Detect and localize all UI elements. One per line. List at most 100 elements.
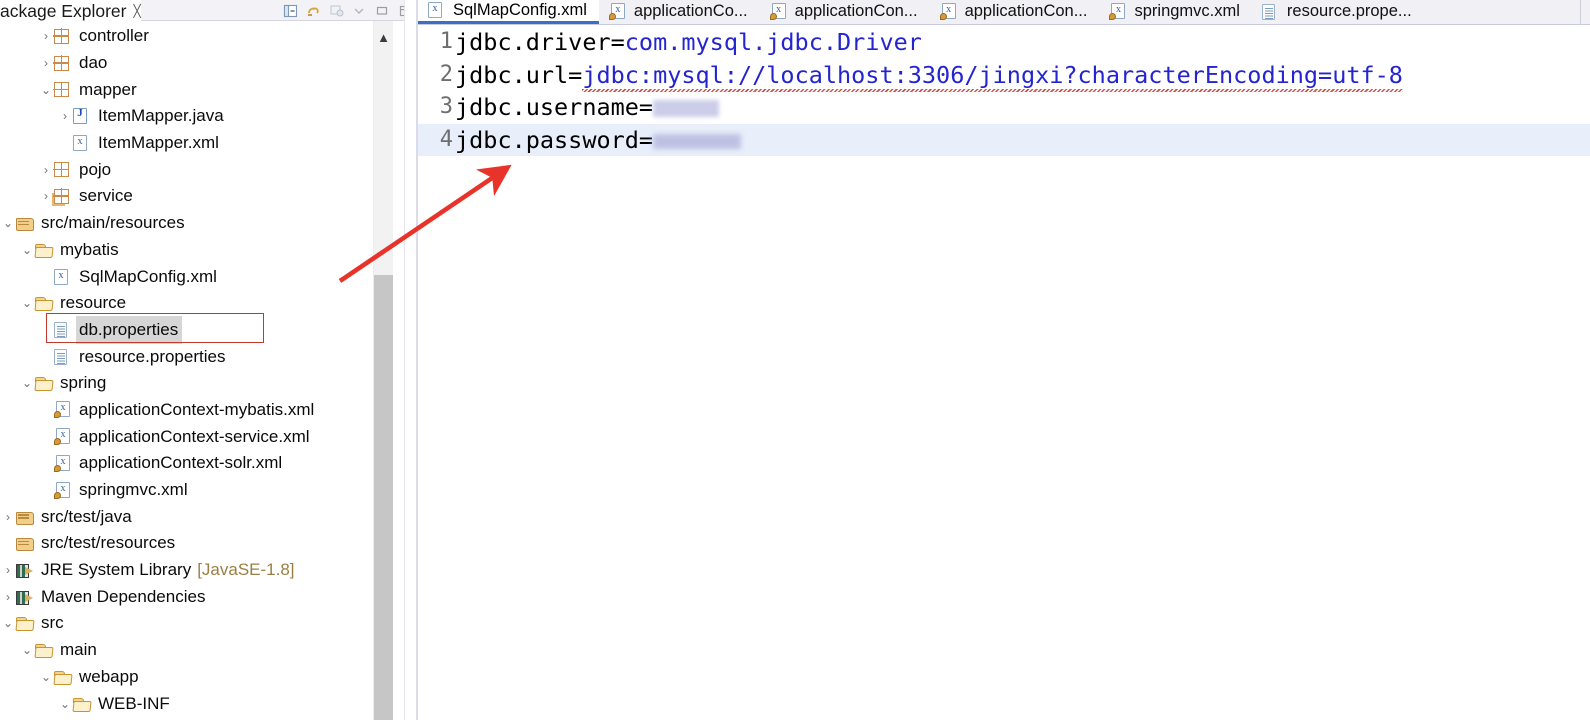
tree-scrollbar-thumb[interactable] — [374, 275, 393, 720]
editor-tab-springmvc-xml[interactable]: springmvc.xml — [1099, 0, 1252, 24]
chevron-right-icon[interactable]: › — [38, 183, 54, 209]
chevron-right-icon[interactable]: › — [57, 103, 73, 129]
chevron-down-icon[interactable]: ⌄ — [19, 237, 35, 263]
project-tree[interactable]: › controller › dao ⌄ mapper › ItemMapper.java I… — [0, 21, 392, 720]
tree-item-src-test-java[interactable]: › src/test/java — [0, 503, 392, 530]
chevron-right-icon[interactable]: › — [38, 157, 54, 183]
tree-item-label: spring — [60, 373, 107, 393]
chevron-right-icon[interactable]: › — [38, 23, 54, 49]
tree-item-jre-system-library[interactable]: › JRE System Library [JavaSE-1.8] — [0, 557, 392, 584]
redacted-value — [653, 133, 742, 149]
chevron-down-icon[interactable]: ⌄ — [19, 637, 35, 663]
code-line[interactable]: 2 jdbc.url=jdbc:mysql://localhost:3306/ji… — [418, 59, 1590, 92]
close-icon[interactable]: ╳ — [133, 1, 140, 21]
minimize-icon[interactable] — [375, 4, 391, 18]
source-folder-icon — [16, 533, 38, 553]
chevron-right-icon[interactable]: › — [0, 504, 16, 530]
tree-item-webapp[interactable]: ⌄ webapp — [0, 664, 392, 691]
xml-warning-icon — [769, 3, 788, 20]
source-folder-icon — [16, 507, 38, 527]
chevron-down-icon[interactable] — [352, 4, 368, 18]
tree-item-applicationcontext-solr-xml[interactable]: applicationContext-solr.xml — [0, 450, 392, 477]
chevron-down-icon[interactable]: ⌄ — [38, 77, 54, 103]
tree-scrollbar-track[interactable] — [374, 21, 393, 275]
tree-item-applicationcontext-mybatis-xml[interactable]: applicationContext-mybatis.xml — [0, 397, 392, 424]
editor-tab-applicationcon-[interactable]: applicationCon... — [759, 0, 930, 24]
tree-item-suffix: [JavaSE-1.8] — [197, 560, 295, 580]
tree-item-sqlmapconfig-xml[interactable]: SqlMapConfig.xml — [0, 263, 392, 290]
tree-item-itemmapper-java[interactable]: › ItemMapper.java — [0, 103, 392, 130]
code-property-value: jdbc:mysql://localhost:3306/jingxi?chara… — [582, 60, 1403, 92]
tree-item-src-main-resources[interactable]: ⌄ src/main/resources — [0, 210, 392, 237]
package-icon — [53, 160, 76, 180]
chevron-down-icon[interactable]: ⌄ — [38, 664, 54, 690]
code-line-text: jdbc.password= — [455, 124, 742, 156]
tree-item-src-test-resources[interactable]: src/test/resources — [0, 530, 392, 557]
link-with-editor-icon[interactable] — [306, 4, 322, 18]
code-line[interactable]: 1 jdbc.driver=com.mysql.jdbc.Driver — [418, 26, 1590, 59]
chevron-down-icon[interactable]: ⌄ — [0, 610, 16, 636]
tree-item-springmvc-xml[interactable]: springmvc.xml — [0, 477, 392, 504]
xml-warning-icon — [1109, 3, 1127, 20]
chevron-right-icon[interactable]: › — [0, 557, 16, 583]
tree-item-mapper[interactable]: ⌄ mapper — [0, 76, 392, 103]
package-icon — [53, 26, 76, 46]
tree-item-mybatis[interactable]: ⌄ mybatis — [0, 237, 392, 264]
editor-tab-resource-prope-[interactable]: resource.prope... — [1251, 0, 1424, 24]
folder-icon — [35, 240, 57, 260]
library-icon — [16, 587, 38, 607]
chevron-down-icon[interactable]: ⌄ — [19, 290, 35, 316]
tree-item-label: WEB-INF — [98, 693, 170, 713]
package-icon — [53, 53, 76, 73]
tree-item-db-properties[interactable]: db.properties — [0, 315, 392, 344]
tree-item-applicationcontext-service-xml[interactable]: applicationContext-service.xml — [0, 423, 392, 450]
editor-tab-sqlmapconfig-xml[interactable]: SqlMapConfig.xml — [418, 0, 599, 24]
editor-tab-applicationcon-[interactable]: applicationCon... — [929, 0, 1100, 24]
tree-item-controller[interactable]: › controller — [0, 23, 392, 50]
tree-item-resource[interactable]: ⌄ resource — [0, 290, 392, 317]
tree-item-resource-properties[interactable]: resource.properties — [0, 343, 392, 370]
chevron-down-icon[interactable]: ⌄ — [0, 210, 16, 236]
tree-item-src[interactable]: ⌄ src — [0, 610, 392, 637]
tree-item-label: main — [60, 640, 97, 660]
code-line[interactable]: 4 jdbc.password= — [418, 123, 1590, 156]
editor-tab-label: SqlMapConfig.xml — [453, 0, 587, 19]
editor-tab-applicationco-[interactable]: applicationCo... — [598, 0, 760, 24]
tree-item-spring[interactable]: ⌄ spring — [0, 370, 392, 397]
editor-tab-label: applicationCon... — [964, 2, 1088, 20]
tree-item-main[interactable]: ⌄ main — [0, 637, 392, 664]
tree-item-dao[interactable]: › dao — [0, 50, 392, 77]
tree-item-itemmapper-xml[interactable]: ItemMapper.xml — [0, 130, 392, 157]
properties-file-icon — [1261, 3, 1280, 20]
code-property-key: jdbc.password= — [455, 125, 654, 154]
xml-file-icon — [73, 133, 95, 153]
chevron-down-icon[interactable]: ⌄ — [19, 370, 35, 396]
tree-scrollbar[interactable]: ▲ — [373, 21, 393, 720]
chevron-right-icon[interactable]: › — [38, 50, 54, 76]
collapse-all-icon[interactable] — [283, 4, 299, 18]
tree-item-label: pojo — [79, 159, 112, 179]
code-editor[interactable]: 1 jdbc.driver=com.mysql.jdbc.Driver 2 jdbc.… — [418, 26, 1590, 720]
folder-icon — [35, 373, 57, 393]
panel-divider[interactable] — [404, 0, 418, 720]
chevron-right-icon[interactable]: › — [0, 584, 16, 610]
code-property-value: com.mysql.jdbc.Driver — [624, 28, 922, 57]
tree-item-maven-dependencies[interactable]: › Maven Dependencies — [0, 583, 392, 610]
code-property-key: jdbc.username= — [455, 93, 654, 122]
tree-item-label: applicationContext-service.xml — [79, 426, 310, 446]
xml-warning-icon — [54, 480, 76, 500]
tree-item-label: src — [41, 613, 64, 633]
tree-item-pojo[interactable]: › pojo — [0, 156, 392, 183]
view-menu-icon[interactable] — [329, 4, 345, 18]
package-explorer-tab[interactable]: ackage Explorer ╳ — [0, 0, 141, 21]
chevron-up-icon[interactable]: ▲ — [374, 29, 393, 45]
editor-tab-overflow[interactable] — [1580, 0, 1590, 24]
properties-file-icon — [54, 320, 76, 340]
tree-item-web-inf[interactable]: ⌄ WEB-INF — [0, 690, 392, 717]
chevron-down-icon[interactable]: ⌄ — [57, 691, 73, 717]
code-line[interactable]: 3 jdbc.username= — [418, 91, 1590, 124]
editor-area: SqlMapConfig.xml applicationCo... applicat… — [418, 0, 1590, 720]
java-file-icon — [73, 106, 95, 126]
tree-item-service[interactable]: › service — [0, 183, 392, 210]
